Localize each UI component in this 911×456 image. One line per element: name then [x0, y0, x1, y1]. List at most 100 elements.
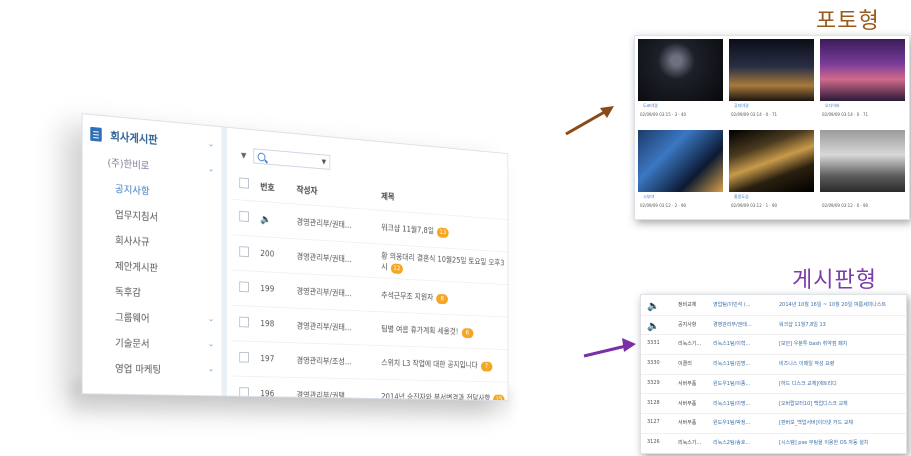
- row-checkbox[interactable]: [239, 351, 249, 363]
- photo-caption: 02/09/09 03:12 · 0 · 90: [820, 192, 905, 210]
- comment-count-badge: 15: [493, 394, 505, 402]
- chevron-down-icon[interactable]: ⌄: [208, 164, 215, 174]
- chevron-down-icon[interactable]: ⌄: [208, 339, 215, 349]
- list-row[interactable]: 3329 서버부품 윈도우1팀/이종... [하드 디스크 교체]에트리디: [641, 374, 906, 395]
- photo-meta: 02/09/09 03:14 · 0 · 71: [822, 112, 869, 117]
- row-author[interactable]: 경영관리부/권택...: [295, 377, 381, 402]
- row-author[interactable]: 리눅스1팀/이혁...: [713, 340, 750, 347]
- photo-thumbnail[interactable]: [820, 130, 905, 192]
- list-row[interactable]: 🔈 공지사항 경영관리부/권태... 워크샵 11월7,8일 13: [641, 315, 906, 336]
- sidebar-item-label: 영업 마케팅: [115, 363, 161, 376]
- row-author[interactable]: 리눅스2팀/송호...: [713, 439, 750, 446]
- chevron-down-icon[interactable]: ⌄: [208, 139, 215, 149]
- caret-down-icon[interactable]: ▼: [241, 150, 246, 159]
- row-category: 서버부품: [678, 400, 697, 407]
- list-row[interactable]: 3126 리눅스기... 리눅스2팀/송호... [시스템] pxe 부팅을 이용한 …: [641, 433, 906, 453]
- comment-count-badge: 12: [390, 262, 403, 274]
- row-category: 서버부품: [678, 420, 697, 427]
- select-all-checkbox[interactable]: [239, 177, 249, 189]
- sidebar-item-label: 업무지침서: [115, 209, 159, 224]
- row-author[interactable]: 경영관리부/조성...: [295, 342, 381, 380]
- row-author[interactable]: 경영관리부/권태...: [295, 273, 381, 312]
- board-screenshot: 회사게시판 ⌄ (주)한비로 ⌄ 공지사항 업무지침서 회사사규 제안게시판 독…: [70, 112, 513, 426]
- row-num: 3126: [647, 438, 660, 445]
- row-title[interactable]: [오버랍모터10] 백업디스크 교체: [779, 400, 848, 407]
- photo-caption: 공지야경 02/09/09 03:14 · 0 · 71: [729, 101, 814, 119]
- sidebar-item-marketing[interactable]: 영업 마케팅 ⌄: [83, 353, 222, 382]
- arrow-to-photo-icon: [565, 106, 614, 136]
- row-checkbox[interactable]: [239, 316, 249, 328]
- row-category: 리눅스기...: [678, 341, 702, 348]
- list-view-title: 게시판형: [792, 268, 877, 293]
- comment-count-badge: 13: [437, 226, 449, 238]
- sidebar-title: 회사게시판: [110, 129, 158, 147]
- photo-title[interactable]: 공지야경: [734, 103, 749, 109]
- photo-title[interactable]: 홍콩도심: [734, 194, 749, 200]
- chevron-down-icon[interactable]: ⌄: [208, 364, 215, 374]
- row-title[interactable]: 스위치 L3 작업에 대한 공지입니다: [381, 358, 477, 370]
- photo-caption: 오다이바 02/09/09 03:14 · 0 · 71: [820, 101, 905, 119]
- photo-meta: 02/09/09 03:14 · 0 · 71: [731, 112, 778, 117]
- sidebar-item-tech-docs[interactable]: 기술문서 ⌄: [83, 327, 222, 357]
- photo-meta: 02/09/09 03:12 · 1 · 90: [731, 203, 778, 208]
- photo-gallery: 도쿄야경 02/09/09 03:15 · 3 · 40 공지야경 02/09/09…: [634, 35, 910, 220]
- list-row[interactable]: 🔈 정비교체 영업팀/이민석 (... 2014년 10월 16일 ~ 10월 20일…: [641, 295, 906, 316]
- row-title[interactable]: [시스템] pxe 부팅을 이용한 OS 자동 설치: [779, 439, 868, 446]
- row-num: 3329: [647, 379, 660, 386]
- stage: 회사게시판 ⌄ (주)한비로 ⌄ 공지사항 업무지침서 회사사규 제안게시판 독…: [0, 0, 911, 456]
- row-num: 3127: [647, 419, 660, 426]
- row-checkbox[interactable]: [239, 246, 249, 258]
- row-title[interactable]: 팀별 여름 휴가계획 세울것!: [381, 325, 458, 337]
- sidebar-item-label: 공지사항: [115, 183, 150, 198]
- row-checkbox[interactable]: [239, 387, 249, 398]
- photo-thumbnail[interactable]: [820, 39, 905, 101]
- row-author[interactable]: 경영관리부/권태...: [713, 321, 752, 328]
- photo-thumbnail[interactable]: [638, 39, 723, 101]
- row-num: 199: [259, 271, 296, 309]
- row-num: 3331: [647, 340, 660, 347]
- list-preview: 🔈 정비교체 영업팀/이민석 (... 2014년 10월 16일 ~ 10월 20일…: [640, 294, 907, 454]
- row-title[interactable]: 2014년 10월 16일 ~ 10월 20일 여름세미나스트: [779, 301, 886, 308]
- post-table: 번호 작성자 제목 🔈 경영관리부/권태... 워크샵 11월7,8일 13 2…: [232, 168, 508, 402]
- row-author[interactable]: 영업팀/이민석 (...: [713, 301, 751, 308]
- photo-thumbnail[interactable]: [729, 39, 814, 101]
- sidebar-item-label: 회사사규: [115, 235, 150, 249]
- row-author[interactable]: 윈도우1팀/박정...: [713, 419, 750, 426]
- list-row[interactable]: 3128 서버부품 리눅스1팀/이명... [오버랍모터10] 백업디스크 교체: [641, 394, 906, 415]
- row-title[interactable]: [하드 디스크 교체]에트리디: [779, 380, 837, 387]
- row-title[interactable]: [판버모_백업서버]이더넷 카드 교체: [779, 419, 853, 426]
- row-num: 200: [259, 236, 296, 274]
- row-title[interactable]: [보안] 우분투 bash 취약점 패치: [779, 340, 847, 347]
- row-title[interactable]: 워크샵 11월7,8일: [381, 223, 434, 236]
- row-author[interactable]: 리눅스1팀/김명...: [713, 360, 750, 367]
- photo-thumbnail[interactable]: [638, 130, 723, 192]
- row-num: 197: [259, 341, 296, 378]
- row-title[interactable]: 비즈니스 이메일 작성 요령: [779, 360, 834, 367]
- list-row[interactable]: 3330 이클리 리눅스1팀/김명... 비즈니스 이메일 작성 요령: [641, 354, 906, 375]
- photo-thumbnail[interactable]: [729, 130, 814, 192]
- chevron-down-icon[interactable]: ⌄: [208, 314, 215, 324]
- row-title[interactable]: 워크샵 11월7,8일 13: [779, 321, 826, 328]
- comment-count-badge: 7: [480, 361, 493, 372]
- row-author[interactable]: 경영관리부/권태...: [295, 308, 381, 346]
- dropdown-arrow-icon[interactable]: ▼: [322, 158, 327, 166]
- row-title[interactable]: 추석근무조 지원자: [381, 291, 433, 303]
- search-input[interactable]: ▼: [253, 148, 331, 170]
- row-author[interactable]: 윈도우1팀/이종...: [713, 380, 750, 387]
- speaker-icon: 🔈: [647, 320, 660, 332]
- photo-caption: 도쿄야경 02/09/09 03:15 · 3 · 40: [638, 101, 723, 119]
- photo-title[interactable]: 오다이바: [825, 103, 840, 109]
- row-checkbox[interactable]: [239, 210, 249, 222]
- photo-title[interactable]: 도쿄야경: [643, 103, 658, 109]
- row-checkbox[interactable]: [239, 281, 249, 293]
- row-author[interactable]: 경영관리부/권태...: [295, 238, 381, 278]
- row-author[interactable]: 리눅스1팀/이명...: [713, 400, 750, 407]
- list-row[interactable]: 3331 리눅스기... 리눅스1팀/이혁... [보안] 우분투 bash 취약점 …: [641, 334, 906, 356]
- row-category: 이클리: [678, 361, 692, 368]
- list-row[interactable]: 3127 서버부품 윈도우1팀/박정... [판버모_백업서버]이더넷 카드 교체: [641, 413, 906, 434]
- sidebar-item-label: 독후감: [115, 286, 141, 299]
- header-num[interactable]: 번호: [259, 171, 295, 204]
- row-author[interactable]: 경영관리부/권태...: [295, 204, 381, 245]
- board-window: 회사게시판 ⌄ (주)한비로 ⌄ 공지사항 업무지침서 회사사규 제안게시판 독…: [81, 113, 509, 402]
- photo-title[interactable]: 시부야: [643, 194, 654, 200]
